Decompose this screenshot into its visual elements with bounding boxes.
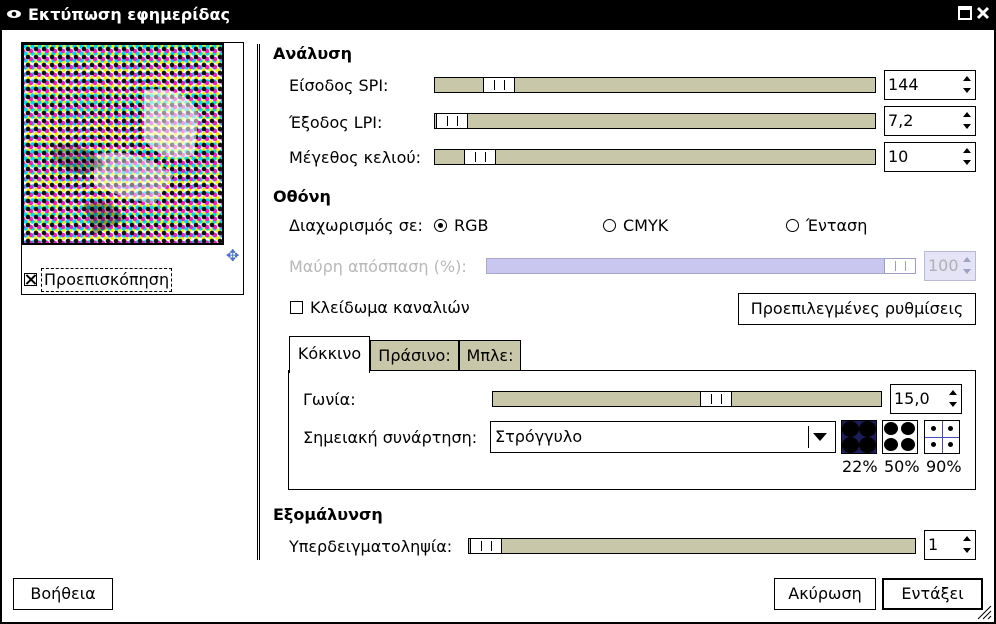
output-lpi-value: 7,2 [888,111,914,130]
slider-handle[interactable] [470,538,502,554]
radio-rgb-label[interactable]: RGB [454,216,489,235]
output-lpi-slider[interactable] [434,113,876,129]
screen-heading: Οθόνη [273,187,331,206]
app-eye-icon [7,10,21,18]
angle-value: 15,0 [894,389,930,408]
oversample-label: Υπερδειγματοληψία: [289,537,453,556]
separate-to-label: Διαχωρισμός σε: [289,216,423,235]
spin-arrows-icon[interactable] [961,255,973,277]
angle-label: Γωνία: [303,390,356,409]
slider-handle[interactable] [884,258,916,274]
spot-preview-90 [924,420,960,454]
cell-size-slider[interactable] [434,149,876,165]
input-spi-spinbutton[interactable]: 144 [884,70,976,100]
angle-slider[interactable] [492,391,882,407]
spot-function-combo[interactable]: Στρόγγυλο [490,421,836,453]
spot-function-label: Σημειακή συνάρτηση: [303,428,478,447]
black-pullout-value: 100 [928,256,959,275]
output-lpi-spinbutton[interactable]: 7,2 [884,106,976,136]
radio-cmyk-label[interactable]: CMYK [623,216,668,235]
spot-preview-22-label: 22% [842,457,878,476]
radio-intensity[interactable] [786,219,799,232]
spot-preview-50-label: 50% [884,457,920,476]
spin-arrows-icon[interactable] [961,74,973,96]
oversample-value: 1 [928,535,939,554]
oversample-spinbutton[interactable]: 1 [924,530,976,560]
combo-separator [808,426,809,448]
close-icon[interactable] [976,6,990,20]
oversample-slider[interactable] [468,538,916,554]
black-pullout-label: Μαύρη απόσπαση (%): [289,257,467,276]
input-spi-value: 144 [888,75,919,94]
chevron-down-icon[interactable] [813,433,827,441]
preview-checkbox[interactable] [24,273,37,286]
input-spi-label: Είσοδος SPI: [289,76,389,95]
preview-label[interactable]: Προεπισκόπηση [41,268,173,292]
radio-intensity-label[interactable]: Ένταση [806,216,867,235]
slider-handle[interactable] [483,77,515,93]
spot-preview-90-label: 90% [926,457,962,476]
window-border-left [0,30,2,624]
spin-arrows-icon[interactable] [947,388,959,410]
cell-size-label: Μέγεθος κελιού: [289,148,422,167]
spot-preview-50 [882,420,918,454]
ok-button[interactable]: Εντάξει [882,578,983,610]
slider-handle[interactable] [436,113,468,129]
preview-image[interactable] [22,43,224,245]
spot-preview-22 [841,420,877,454]
spin-arrows-icon[interactable] [961,110,973,132]
tab-red[interactable]: Κόκκινο [289,336,370,373]
lock-channels-checkbox[interactable] [290,301,303,314]
black-pullout-spinbutton[interactable]: 100 [924,251,976,281]
input-spi-slider[interactable] [434,77,876,93]
slider-handle[interactable] [464,149,496,165]
spin-arrows-icon[interactable] [961,534,973,556]
tab-green[interactable]: Πράσινο: [370,340,459,371]
resize-grip-icon[interactable] [974,602,992,620]
spin-arrows-icon[interactable] [961,146,973,168]
cell-size-value: 10 [888,147,909,166]
title-bar[interactable]: Εκτύπωση εφημερίδας [0,0,996,30]
angle-spinbutton[interactable]: 15,0 [890,384,962,414]
window-title: Εκτύπωση εφημερίδας [28,5,230,24]
radio-rgb[interactable] [434,219,447,232]
lock-channels-label[interactable]: Κλείδωμα καναλιών [310,298,470,317]
preview-halftone-overlay [54,89,199,235]
cell-size-spinbutton[interactable]: 10 [884,142,976,172]
pane-separator[interactable] [257,44,260,560]
tab-blue[interactable]: Μπλε: [459,340,521,371]
defaults-button[interactable]: Προεπιλεγμένες ρυθμίσεις [738,293,976,325]
radio-cmyk[interactable] [603,219,616,232]
maximize-icon[interactable] [958,6,972,20]
move-navigate-icon[interactable]: ✥ [226,248,242,264]
resolution-heading: Ανάλυση [273,44,353,63]
output-lpi-label: Έξοδος LPI: [289,113,383,132]
help-button[interactable]: Βοήθεια [13,578,113,610]
cancel-button[interactable]: Ακύρωση [774,578,876,610]
spot-function-value: Στρόγγυλο [495,427,583,446]
slider-handle[interactable] [700,391,732,407]
antialiasing-heading: Εξομάλυνση [273,505,383,524]
black-pullout-slider[interactable] [486,258,916,274]
